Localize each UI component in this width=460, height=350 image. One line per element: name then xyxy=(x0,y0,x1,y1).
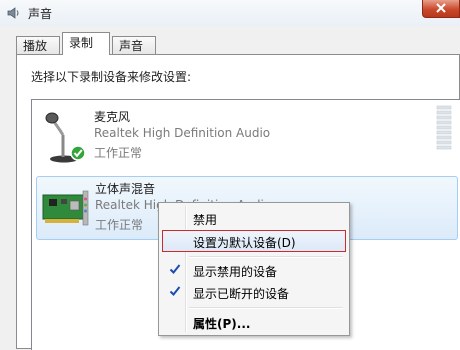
close-icon xyxy=(436,3,446,13)
menu-item-label: 禁用 xyxy=(193,213,218,227)
device-name: 立体声混音 xyxy=(95,182,156,196)
menu-item-label: 显示已断开的设备 xyxy=(193,287,290,301)
menu-item-label: 显示禁用的设备 xyxy=(193,265,278,279)
menu-item-properties[interactable]: 属性(P)... xyxy=(162,311,346,333)
instruction-text: 选择以下录制设备来修改设置: xyxy=(31,70,192,84)
menu-item-label: 属性(P)... xyxy=(193,317,251,331)
device-item-microphone[interactable]: 麦克风 Realtek High Definition Audio 工作正常 xyxy=(36,105,458,169)
checkmark-icon xyxy=(169,286,181,296)
level-meter xyxy=(436,105,452,150)
menu-item-label: 设置为默认设备(D) xyxy=(193,236,296,250)
sound-card-icon xyxy=(42,190,89,226)
close-button[interactable] xyxy=(422,0,460,18)
menu-item-set-default[interactable]: 设置为默认设备(D) xyxy=(162,230,346,252)
device-status: 工作正常 xyxy=(94,146,143,160)
speaker-icon xyxy=(7,7,19,19)
checkmark-icon xyxy=(169,264,181,274)
tab-sounds[interactable]: 声音 xyxy=(112,36,156,54)
device-description: Realtek High Definition Audio xyxy=(94,126,271,140)
tab-recording[interactable]: 录制 xyxy=(62,32,110,55)
menu-item-disable[interactable]: 禁用 xyxy=(162,207,346,229)
tab-playback[interactable]: 播放 xyxy=(16,36,60,54)
device-status: 工作正常 xyxy=(95,218,144,232)
title-bar: 声音 xyxy=(0,0,460,26)
device-name: 麦克风 xyxy=(94,110,131,124)
microphone-icon xyxy=(45,112,86,163)
context-menu: 禁用 设置为默认设备(D) 显示禁用的设备 显示已断开的设备 属性(P)... xyxy=(158,202,350,336)
menu-separator xyxy=(189,256,343,258)
menu-item-show-disabled[interactable]: 显示禁用的设备 xyxy=(162,259,346,281)
menu-item-show-disconnected[interactable]: 显示已断开的设备 xyxy=(162,281,346,303)
menu-separator xyxy=(189,307,343,309)
window-title: 声音 xyxy=(28,7,53,21)
